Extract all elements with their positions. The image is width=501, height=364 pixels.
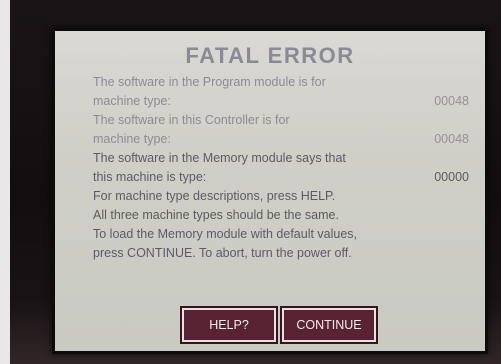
message-line-help-instruction: For machine type descriptions, press HEL…: [93, 189, 336, 203]
memory-module-type-value: 00000: [434, 170, 469, 184]
controller-type-value: 00048: [434, 132, 469, 146]
program-module-type-value: 00048: [434, 94, 469, 108]
message-line-same-type: All three machine types should be the sa…: [93, 208, 339, 222]
message-line-machine-type-label: machine type:: [93, 94, 171, 108]
photo-background: [0, 0, 10, 364]
help-button[interactable]: HELP?: [180, 306, 278, 344]
message-line-continue-abort: press CONTINUE. To abort, turn the power…: [93, 246, 352, 260]
continue-button[interactable]: CONTINUE: [280, 306, 378, 344]
message-line-program-module: The software in the Program module is fo…: [93, 75, 326, 89]
message-line-memory-module: The software in the Memory module says t…: [93, 151, 346, 165]
message-line-machine-type-label: this machine is type:: [93, 170, 207, 184]
message-line-load-defaults: To load the Memory module with default v…: [93, 227, 358, 241]
message-line-machine-type-label: machine type:: [93, 132, 171, 146]
message-line-controller: The software in this Controller is for: [93, 113, 290, 127]
error-title: FATAL ERROR: [185, 43, 355, 68]
lcd-screen: FATAL ERROR The software in the Program …: [52, 28, 488, 354]
